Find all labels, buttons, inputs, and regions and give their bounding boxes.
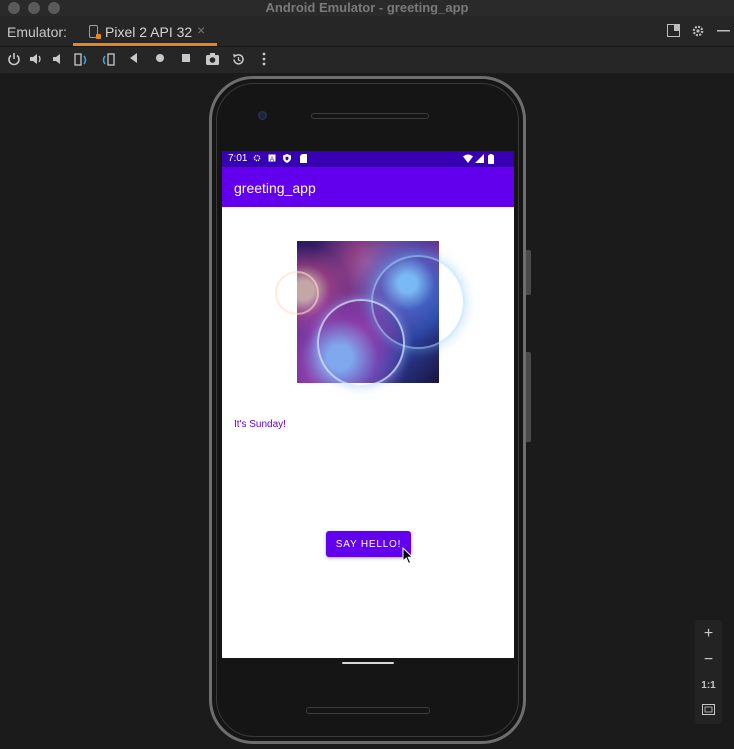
device-screen[interactable]: 7:01 A greeting_app It's Sunday! SAY HEL — [222, 151, 514, 658]
window-title-bar: Android Emulator - greeting_app — [0, 0, 734, 16]
fit-screen-button[interactable] — [695, 699, 722, 723]
volume-side-button[interactable] — [526, 352, 531, 442]
screenshot-camera-icon[interactable] — [204, 52, 220, 68]
rotate-left-icon[interactable] — [73, 52, 89, 68]
status-time: 7:01 — [228, 153, 248, 164]
wifi-icon — [463, 154, 473, 163]
emulator-toolbar — [0, 47, 734, 73]
emulator-label: Emulator: — [7, 24, 67, 40]
zoom-out-button[interactable]: − — [695, 648, 722, 672]
tab-pixel-2-api-32[interactable]: Pixel 2 API 32 × — [73, 16, 217, 46]
mouse-cursor-icon — [402, 547, 414, 565]
status-shield-icon — [283, 154, 291, 163]
top-speaker — [311, 113, 429, 119]
gesture-home-pill[interactable] — [342, 662, 394, 664]
overview-icon[interactable] — [178, 52, 194, 68]
back-icon[interactable] — [126, 52, 142, 68]
greeting-message: It's Sunday! — [234, 419, 286, 430]
emulator-tab-row: Emulator: Pixel 2 API 32 × — [0, 16, 734, 47]
planet-left — [275, 271, 319, 315]
front-camera — [258, 111, 267, 120]
zoom-in-button[interactable]: + — [695, 622, 722, 646]
rotate-right-icon[interactable] — [100, 52, 116, 68]
bottom-speaker — [306, 707, 430, 714]
planet-center — [317, 299, 405, 387]
minimize-panel-icon[interactable] — [717, 24, 730, 39]
say-hello-button[interactable]: SAY HELLO! — [326, 531, 411, 557]
status-settings-icon — [253, 154, 261, 163]
more-options-icon[interactable] — [256, 52, 272, 68]
status-bar: 7:01 A — [222, 151, 514, 167]
svg-text:A: A — [270, 157, 274, 162]
device-icon — [89, 25, 101, 39]
cell-signal-icon — [475, 154, 484, 163]
zoom-controls: + − 1:1 — [695, 620, 722, 724]
tab-close-icon[interactable]: × — [197, 22, 205, 38]
app-title: greeting_app — [234, 180, 316, 196]
snapshot-restore-icon[interactable] — [230, 52, 246, 68]
actual-size-button[interactable]: 1:1 — [695, 674, 722, 698]
power-icon[interactable] — [6, 52, 22, 68]
volume-up-icon[interactable] — [28, 52, 44, 68]
window-layout-icon[interactable] — [667, 24, 680, 39]
window-title: Android Emulator - greeting_app — [265, 0, 469, 15]
power-side-button[interactable] — [526, 250, 531, 295]
status-a-icon: A — [268, 154, 276, 163]
settings-gear-icon[interactable] — [691, 24, 705, 40]
tab-label: Pixel 2 API 32 — [105, 24, 193, 40]
battery-icon — [487, 154, 495, 164]
home-icon[interactable] — [152, 52, 168, 68]
fit-screen-icon — [702, 704, 715, 715]
status-sdcard-icon — [299, 154, 307, 163]
app-bar: greeting_app — [222, 167, 514, 207]
volume-down-icon[interactable] — [50, 52, 66, 68]
space-planets-image — [275, 241, 465, 387]
